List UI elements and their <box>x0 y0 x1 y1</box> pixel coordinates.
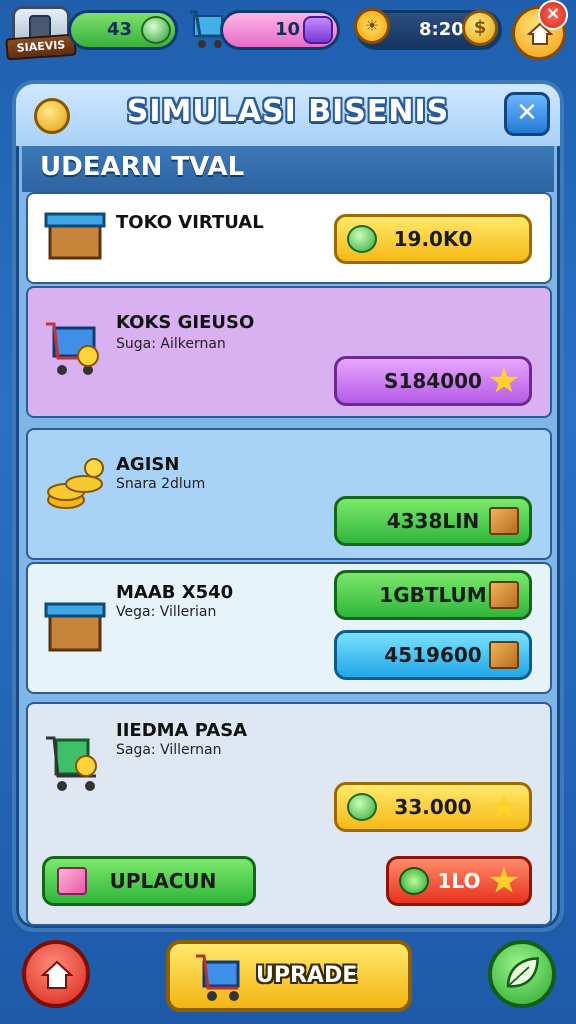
business-subtitle: Saga: Villernan <box>116 742 222 758</box>
leaf-icon <box>141 16 171 44</box>
buy-button[interactable]: 1GBTLUM <box>334 570 532 620</box>
crate-icon <box>489 641 519 669</box>
crate-icon <box>489 507 519 535</box>
home-button[interactable] <box>22 940 90 1008</box>
business-name: IIEDMA PASA <box>116 720 248 741</box>
cart-icon <box>196 954 240 1001</box>
green-currency-value: 43 <box>107 19 133 40</box>
coin-icon <box>347 793 377 821</box>
gift-box-icon <box>57 867 87 895</box>
top-hud: SIAEVIS 43 10 8:20 ☀ $ × <box>0 0 576 72</box>
leaf-button[interactable] <box>488 940 556 1008</box>
buy-button-label: 1GBTLUM <box>379 583 487 607</box>
business-name: AGISN <box>116 454 180 475</box>
star-icon <box>489 867 519 893</box>
business-card-iiedma-pasa: IIEDMA PASA Saga: Villernan 33.000 UPLAC… <box>26 702 552 926</box>
business-subtitle: Snara 2dlum <box>116 476 206 492</box>
business-card-toko-virtual: TOKO VIRTUAL 19.0K0 <box>26 192 552 284</box>
buy-button-label: 4519600 <box>384 643 482 667</box>
buy-button[interactable]: 4519600 <box>334 630 532 680</box>
star-icon <box>489 367 519 393</box>
buy-button-label: S184000 <box>384 369 482 393</box>
pink-currency-pill[interactable]: 10 <box>220 10 340 50</box>
upgrade-button[interactable]: UPRADE <box>166 940 412 1012</box>
home-icon <box>41 960 73 989</box>
business-subtitle: Vega: Villerian <box>116 604 217 620</box>
business-name: MAAB X540 <box>116 582 234 603</box>
gold-coin-icon[interactable]: $ <box>462 10 498 46</box>
panel-title: SIMULASI BISENIS <box>126 94 450 129</box>
section-header: UDEARN TVAL <box>22 146 554 192</box>
panel-header: SIMULASI BISENIS ✕ <box>16 84 560 146</box>
business-panel: SIMULASI BISENIS ✕ UDEARN TVAL TOKO VIRT… <box>12 80 564 932</box>
star-icon <box>489 793 519 819</box>
upgrade-label: UPRADE <box>256 963 358 988</box>
red-action-button[interactable]: 1LO <box>386 856 532 906</box>
coin-icon <box>347 225 377 253</box>
business-subtitle: Suga: Ailkernan <box>116 336 226 352</box>
crate-icon <box>44 602 106 652</box>
business-card-koks-gieuso: KOKS GIEUSO Suga: Ailkernan S184000 <box>26 286 552 418</box>
green-currency-pill[interactable]: 43 <box>68 10 178 50</box>
buy-button-label: 4338LIN <box>386 509 480 533</box>
crate-icon <box>44 212 106 260</box>
section-title: UDEARN TVAL <box>40 152 245 182</box>
buy-button[interactable]: 33.000 <box>334 782 532 832</box>
business-card-maab-x540: MAAB X540 Vega: Villerian 1GBTLUM 451960… <box>26 562 552 694</box>
time-value: 8:20 <box>419 19 464 40</box>
leaf-icon <box>506 957 539 988</box>
buy-button-label: 33.000 <box>394 795 472 819</box>
buy-button-label: 19.0K0 <box>393 227 473 251</box>
red-action-label: 1LO <box>437 869 481 893</box>
leaf-icon <box>399 867 429 895</box>
gem-icon <box>303 16 333 44</box>
close-button[interactable]: ✕ <box>504 92 550 136</box>
cart-icon <box>46 322 99 375</box>
buy-button[interactable]: 19.0K0 <box>334 214 532 264</box>
crate-icon <box>489 581 519 609</box>
cart-icon <box>46 736 97 791</box>
business-name: KOKS GIEUSO <box>116 312 255 333</box>
uplacun-label: UPLACUN <box>109 869 217 893</box>
buy-button[interactable]: 4338LIN <box>334 496 532 546</box>
close-badge[interactable]: × <box>538 0 568 30</box>
business-card-agisn: AGISN Snara 2dlum 4338LIN <box>26 428 552 560</box>
uplacun-button[interactable]: UPLACUN <box>42 856 256 906</box>
sun-icon: ☀ <box>354 8 390 44</box>
coin-stack-icon <box>47 458 104 509</box>
buy-button[interactable]: S184000 <box>334 356 532 406</box>
logo-tag: SIAEVIS <box>5 33 77 61</box>
pink-currency-value: 10 <box>275 19 301 40</box>
business-name: TOKO VIRTUAL <box>116 212 264 233</box>
